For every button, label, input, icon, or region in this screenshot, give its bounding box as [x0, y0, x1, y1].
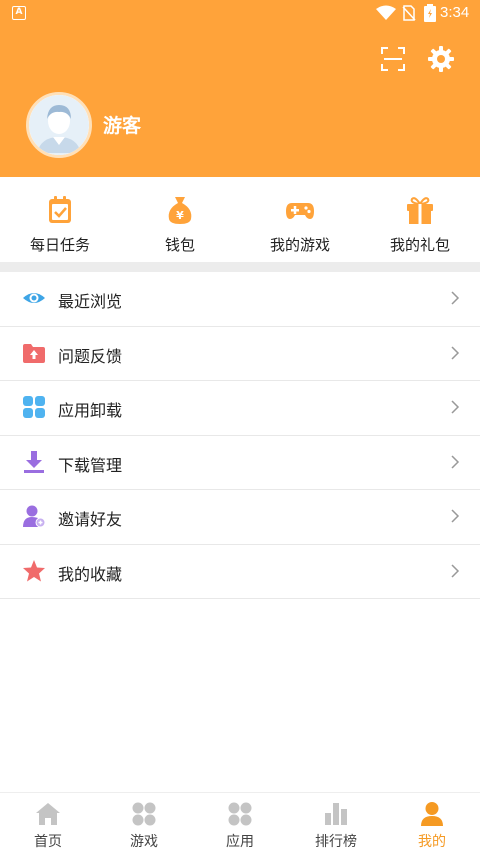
nav-apps[interactable]: 应用: [192, 793, 288, 852]
menu-item-invite-friends[interactable]: 邀请好友: [0, 490, 480, 545]
quick-action-daily-tasks[interactable]: 每日任务: [0, 177, 120, 262]
menu-item-label: 我的收藏: [58, 564, 123, 584]
nav-label: 应用: [226, 834, 254, 850]
nav-games[interactable]: 游戏: [96, 793, 192, 852]
chevron-right-icon: [451, 563, 460, 578]
default-avatar-icon: [29, 95, 89, 155]
wifi-icon: [376, 5, 396, 20]
nav-ranking[interactable]: 排行榜: [288, 793, 384, 852]
menu-item-label: 邀请好友: [58, 510, 123, 529]
quick-action-label: 钱包: [164, 236, 195, 254]
star-icon: [23, 559, 45, 581]
feedback-folder-icon: [23, 343, 45, 363]
quick-action-label: 我的礼包: [389, 236, 450, 254]
status-time: 3:34: [440, 4, 470, 21]
bottom-nav: 首页 游戏 应用 排行榜 我的: [0, 792, 480, 852]
clipboard-check-icon: [49, 196, 71, 223]
menu-item-label: 应用卸载: [58, 401, 123, 420]
battery-icon: [424, 4, 436, 22]
chevron-right-icon: [451, 400, 460, 414]
apps-icon: [228, 802, 252, 826]
nav-label: 我的: [418, 834, 446, 850]
section-divider: [0, 262, 480, 272]
menu-item-feedback[interactable]: 问题反馈: [0, 326, 480, 381]
quick-action-my-gifts[interactable]: 我的礼包: [360, 177, 480, 262]
quick-action-wallet[interactable]: ¥ 钱包: [120, 177, 240, 262]
username[interactable]: 游客: [103, 111, 141, 138]
menu-list: 最近浏览 问题反馈 应用卸载 下载管理 邀请好友 我的收藏: [0, 272, 480, 599]
apps-grid-icon: [23, 396, 45, 418]
svg-text:¥: ¥: [176, 209, 184, 222]
menu-item-recent-views[interactable]: 最近浏览: [0, 272, 480, 327]
app-notification-icon: A: [12, 6, 26, 20]
invite-user-icon: [23, 505, 46, 528]
download-icon: [24, 450, 44, 473]
chevron-right-icon: [451, 291, 460, 305]
nav-label: 游戏: [130, 834, 158, 850]
nav-home[interactable]: 首页: [0, 793, 96, 852]
nav-label: 排行榜: [315, 834, 357, 850]
settings-gear-icon[interactable]: [427, 45, 455, 73]
avatar[interactable]: [26, 92, 92, 158]
chevron-right-icon: [451, 345, 460, 360]
menu-item-download-manager[interactable]: 下载管理: [0, 435, 480, 490]
menu-item-label: 最近浏览: [58, 292, 123, 311]
menu-item-favorites[interactable]: 我的收藏: [0, 544, 480, 599]
nav-mine[interactable]: 我的: [384, 793, 480, 852]
money-bag-icon: ¥: [168, 197, 192, 224]
menu-item-label: 问题反馈: [58, 346, 123, 366]
games-grid-icon: [132, 802, 156, 826]
nav-label: 首页: [34, 834, 62, 850]
chevron-right-icon: [451, 509, 460, 523]
gift-icon: [407, 197, 433, 224]
profile-icon: [421, 802, 443, 826]
quick-action-label: 每日任务: [29, 236, 90, 254]
no-sim-icon: [402, 5, 416, 21]
home-icon: [36, 803, 60, 825]
quick-action-my-games[interactable]: 我的游戏: [240, 177, 360, 262]
status-bar: A 3:34: [0, 0, 480, 26]
eye-icon: [23, 293, 45, 303]
quick-action-label: 我的游戏: [269, 236, 330, 254]
profile-header: A 3:34 游客: [0, 0, 480, 177]
menu-item-label: 下载管理: [58, 455, 123, 475]
gamepad-icon: [286, 203, 314, 219]
ranking-icon: [325, 803, 347, 825]
menu-item-uninstall-apps[interactable]: 应用卸载: [0, 381, 480, 436]
quick-actions: 每日任务 ¥ 钱包 我的游戏 我的礼包: [0, 177, 480, 262]
scan-icon[interactable]: [380, 46, 406, 72]
chevron-right-icon: [451, 454, 460, 469]
